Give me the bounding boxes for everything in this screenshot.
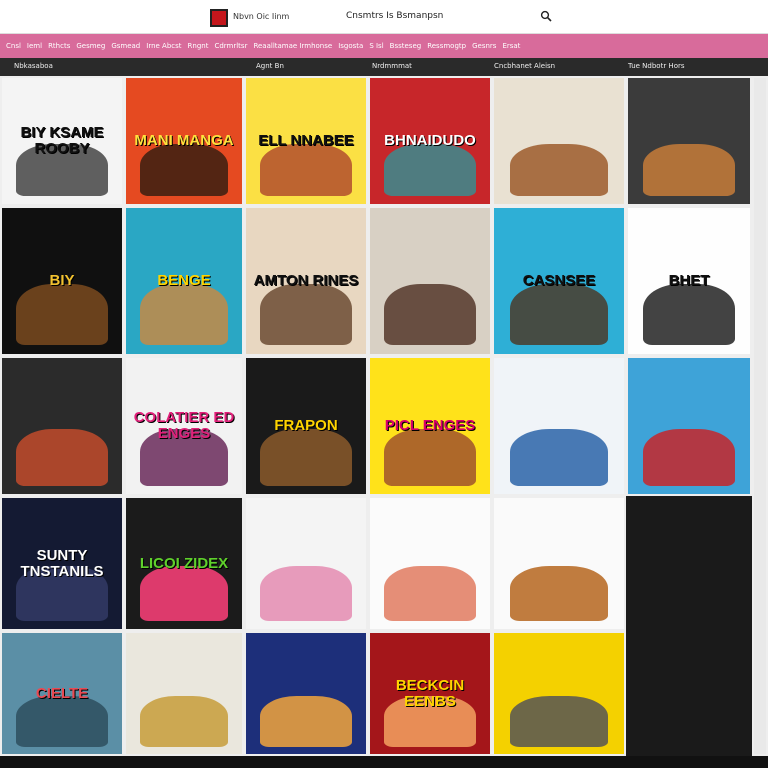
section-label: Agnt Bn bbox=[256, 62, 284, 70]
comic-cover[interactable] bbox=[244, 631, 368, 756]
comic-cover[interactable]: LICOI ZIDEX bbox=[124, 496, 244, 631]
cover-art bbox=[509, 143, 609, 197]
header-title: Cnsmtrs Is Bsmanpsn bbox=[346, 11, 444, 21]
cover-title: BECKCIN EENBS bbox=[395, 676, 465, 710]
comic-cover[interactable]: BHNAIDUDO bbox=[368, 76, 492, 206]
comic-cover[interactable]: CASNSEE bbox=[492, 206, 626, 356]
comic-cover[interactable]: BENGE bbox=[124, 206, 244, 356]
cover-art bbox=[384, 143, 476, 197]
cover-art bbox=[139, 143, 229, 197]
nav-item[interactable]: Cdrmrltsr bbox=[214, 42, 247, 50]
cover-title: ELL NNABEE bbox=[258, 132, 354, 150]
cover-art bbox=[509, 428, 609, 486]
cover-art bbox=[509, 283, 609, 346]
cover-art bbox=[260, 143, 352, 197]
search-icon[interactable] bbox=[540, 10, 552, 22]
cover-art bbox=[260, 566, 352, 622]
comic-cover[interactable] bbox=[0, 356, 124, 496]
cover-title: BHNAIDUDO bbox=[384, 132, 476, 150]
comic-cover[interactable] bbox=[626, 76, 752, 206]
cover-art bbox=[260, 428, 352, 486]
comic-cover[interactable]: BHET bbox=[626, 206, 752, 356]
cover-title: SUNTY TNSTANILS bbox=[20, 546, 104, 580]
cover-art bbox=[384, 566, 476, 622]
cover-title: FRAPON bbox=[274, 417, 338, 435]
comic-cover[interactable] bbox=[124, 631, 244, 756]
comic-cover[interactable] bbox=[492, 496, 626, 631]
cover-art bbox=[139, 283, 229, 346]
comic-cover[interactable]: COLATIER ED ENGES bbox=[124, 356, 244, 496]
cover-art bbox=[384, 428, 476, 486]
cover-title: CIELTE bbox=[35, 684, 89, 702]
category-nav: Cnsl Ieml Rthcts Gesmeg Gsmead Irne Abcst Rngn… bbox=[0, 34, 768, 58]
comic-cover[interactable] bbox=[626, 356, 752, 496]
nav-item[interactable]: Isgosta bbox=[338, 42, 363, 50]
cover-art bbox=[642, 283, 736, 346]
cover-title: BIY bbox=[49, 272, 75, 290]
section-label: Nbkasaboa bbox=[14, 62, 53, 70]
comic-cover[interactable] bbox=[492, 631, 626, 756]
cover-art bbox=[260, 695, 352, 747]
nav-item[interactable]: Rngnt bbox=[188, 42, 209, 50]
comic-cover[interactable]: AMTON RINES bbox=[244, 206, 368, 356]
nav-item[interactable]: S Isl bbox=[369, 42, 383, 50]
cover-title: MANI MANGA bbox=[134, 132, 234, 150]
comic-cover[interactable] bbox=[492, 76, 626, 206]
cover-title: CASNSEE bbox=[522, 272, 596, 290]
nav-item[interactable]: Ersat bbox=[502, 42, 520, 50]
cover-title: BHET bbox=[668, 272, 710, 290]
cover-title: COLATIER ED ENGES bbox=[133, 409, 235, 442]
nav-item[interactable]: Gsmead bbox=[111, 42, 140, 50]
nav-item[interactable]: Gesmeg bbox=[76, 42, 105, 50]
cover-art bbox=[260, 283, 352, 346]
nav-item[interactable]: Bssteseg bbox=[390, 42, 422, 50]
section-label: Cncbhanet Aleisn bbox=[494, 62, 556, 70]
cover-title: LICOI ZIDEX bbox=[139, 554, 229, 572]
cover-art bbox=[16, 695, 108, 747]
nav-item[interactable]: Ieml bbox=[27, 42, 42, 50]
nav-item[interactable]: Gesnrs bbox=[472, 42, 496, 50]
comic-cover[interactable]: PICL ENGES bbox=[368, 356, 492, 496]
comic-cover[interactable]: ELL NNABEE bbox=[244, 76, 368, 206]
comic-cover-grid: BIY KSAME ROOBY BIY SUNTY TNSTANILS CIELTE M… bbox=[0, 76, 768, 768]
comic-cover[interactable]: BECKCIN EENBS bbox=[368, 631, 492, 756]
cover-title: BENGE bbox=[157, 272, 211, 290]
cover-art bbox=[642, 143, 736, 197]
cover-title: PICL ENGES bbox=[384, 417, 476, 435]
cover-art bbox=[509, 566, 609, 622]
cover-art bbox=[139, 566, 229, 622]
section-label: Nrdmmmat bbox=[372, 62, 412, 70]
comic-cover[interactable] bbox=[368, 496, 492, 631]
comic-cover[interactable]: BIY KSAME ROOBY bbox=[0, 76, 124, 206]
top-header: Nbvn Oic Iinm Cnsmtrs Is Bsmanpsn bbox=[0, 0, 768, 34]
comic-cover[interactable] bbox=[368, 206, 492, 356]
cover-art bbox=[509, 695, 609, 747]
site-logo[interactable] bbox=[210, 9, 228, 27]
cover-art bbox=[16, 283, 108, 346]
cover-art bbox=[642, 428, 736, 486]
section-label: Tue Ndbotr Hors bbox=[628, 62, 685, 70]
comic-cover[interactable] bbox=[244, 496, 368, 631]
comic-cover[interactable]: SUNTY TNSTANILS bbox=[0, 496, 124, 631]
comic-cover[interactable]: FRAPON bbox=[244, 356, 368, 496]
comic-cover[interactable]: CIELTE bbox=[0, 631, 124, 756]
comic-cover[interactable]: MANI MANGA bbox=[124, 76, 244, 206]
cover-art bbox=[16, 428, 108, 486]
cover-title: AMTON RINES bbox=[253, 272, 359, 290]
site-name: Nbvn Oic Iinm bbox=[233, 12, 290, 21]
comic-cover-partial[interactable] bbox=[752, 76, 768, 756]
nav-item[interactable]: Reaalltamae Irmhonse bbox=[253, 42, 332, 50]
comic-cover[interactable] bbox=[492, 356, 626, 496]
nav-item[interactable]: Ressmogtp bbox=[427, 42, 466, 50]
nav-item[interactable]: Rthcts bbox=[48, 42, 70, 50]
cover-title: BIY KSAME ROOBY bbox=[20, 124, 104, 157]
bottom-bar bbox=[0, 756, 768, 768]
comic-cover[interactable]: BIY bbox=[0, 206, 124, 356]
cover-art bbox=[384, 283, 476, 346]
cover-art bbox=[139, 695, 229, 747]
nav-item[interactable]: Irne Abcst bbox=[146, 42, 181, 50]
section-strip: Nbkasaboa Agnt Bn Nrdmmmat Cncbhanet Aleisn… bbox=[0, 58, 768, 76]
nav-item[interactable]: Cnsl bbox=[6, 42, 21, 50]
